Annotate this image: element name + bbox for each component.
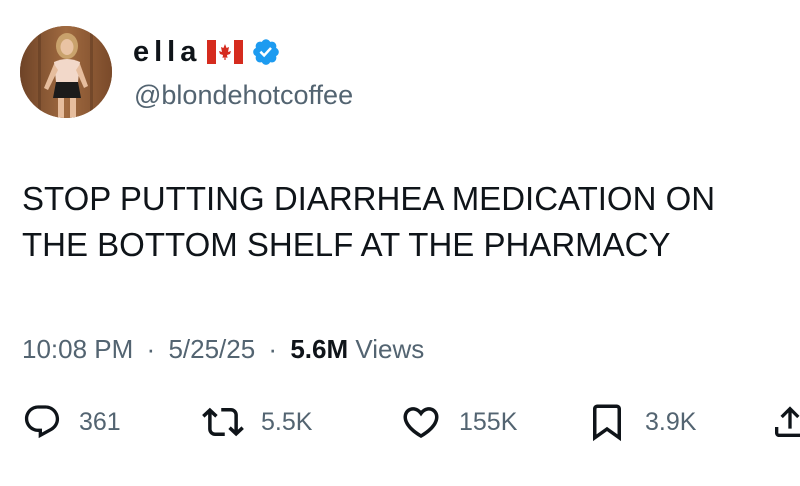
like-button[interactable]: 155K [400, 400, 517, 444]
meta-separator: · [268, 334, 278, 364]
tweet-time[interactable]: 10:08 PM [22, 334, 133, 364]
canada-flag-icon [207, 40, 244, 64]
bookmark-button[interactable]: 3.9K [586, 400, 696, 444]
heart-icon [403, 407, 439, 439]
views-count: 5.6M [290, 334, 349, 364]
share-icon [775, 406, 800, 437]
tweet-actions: 361 5.5K 155K 3.9K [0, 400, 800, 444]
avatar-photo [20, 26, 112, 118]
tweet-date[interactable]: 5/25/25 [168, 334, 255, 364]
tweet-text: STOP PUTTING DIARRHEA MEDICATION ON THE … [22, 176, 782, 268]
share-button[interactable] [770, 400, 800, 444]
views-label: Views [355, 334, 425, 364]
tweet-text-line: THE BOTTOM SHELF AT THE PHARMACY [22, 226, 671, 263]
user-name-row: ella [133, 34, 281, 70]
avatar[interactable] [20, 26, 112, 118]
display-name[interactable]: ella [133, 34, 201, 70]
reply-count: 361 [79, 408, 121, 436]
user-handle[interactable]: @blondehotcoffee [134, 78, 353, 112]
tweet-text-line: STOP PUTTING DIARRHEA MEDICATION ON [22, 180, 716, 217]
verified-badge-icon[interactable] [251, 37, 281, 67]
repost-icon [202, 407, 244, 437]
bookmark-icon [593, 404, 621, 442]
tweet-card: ella @blondehotcoffee STOP PUTTING DIARR… [0, 0, 800, 486]
bookmark-count: 3.9K [645, 408, 697, 436]
reply-button[interactable]: 361 [22, 400, 121, 444]
like-count: 155K [459, 408, 518, 436]
meta-separator: · [146, 334, 156, 364]
repost-button[interactable]: 5.5K [202, 400, 312, 444]
reply-icon [24, 405, 60, 439]
repost-count: 5.5K [261, 408, 313, 436]
tweet-meta: 10:08 PM · 5/25/25 · 5.6M Views [22, 332, 424, 366]
